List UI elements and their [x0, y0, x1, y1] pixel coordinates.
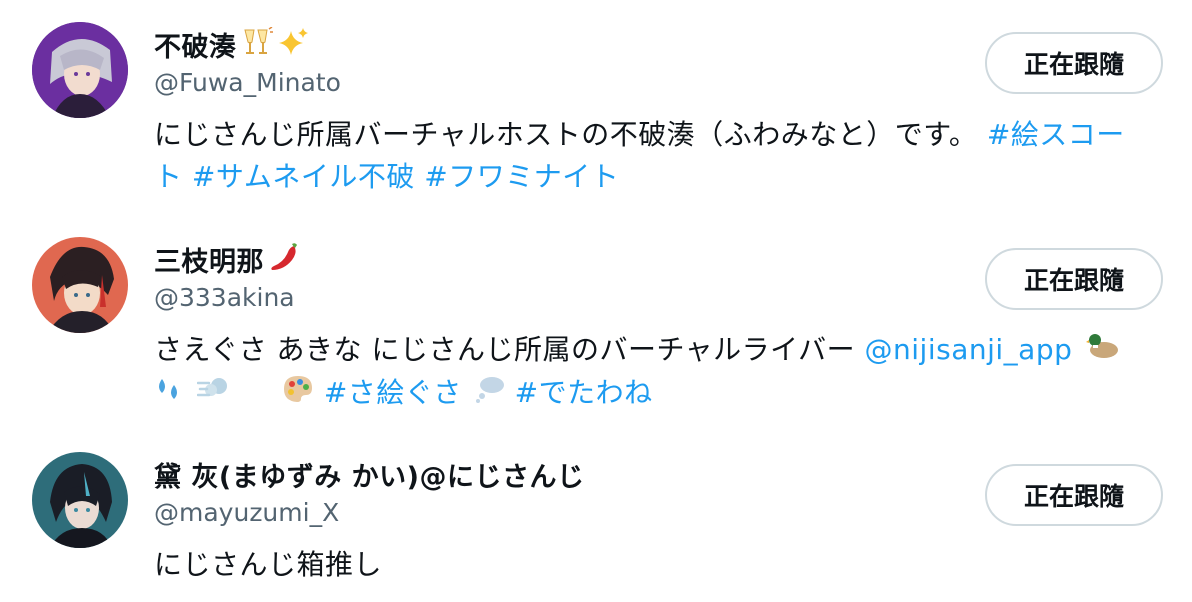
mention-link[interactable]: @nijisanji_app: [865, 333, 1073, 366]
clinking-glasses-icon: [241, 26, 273, 61]
thought-balloon-icon: [475, 373, 505, 415]
following-button[interactable]: 正在跟隨: [985, 32, 1163, 94]
following-list: 不破湊 @Fuwa_Minato にじさんじ所属バーチャルホストの不破湊（ふわみ…: [0, 0, 1192, 602]
name-row: 黛 灰(まゆずみ かい)@にじさんじ: [154, 458, 584, 493]
handle[interactable]: @mayuzumi_X: [154, 498, 339, 527]
user-cell-mayuzumi[interactable]: 黛 灰(まゆずみ かい)@にじさんじ @mayuzumi_X にじさんじ箱推し …: [0, 430, 1192, 602]
following-button[interactable]: 正在跟隨: [985, 248, 1163, 310]
sparkles-icon: [277, 27, 309, 61]
handle[interactable]: @Fuwa_Minato: [154, 68, 341, 97]
user-cell-fuwa-minato[interactable]: 不破湊 @Fuwa_Minato にじさんじ所属バーチャルホストの不破湊（ふわみ…: [0, 0, 1192, 200]
name-row: 不破湊: [154, 26, 309, 63]
hashtag-link[interactable]: #フワミナイト: [424, 160, 619, 193]
duck-icon: [1085, 330, 1120, 372]
hashtag-link[interactable]: #サムネイル不破: [192, 160, 415, 193]
bio-text: さえぐさ あきな にじさんじ所属のバーチャルライバー: [154, 333, 856, 366]
hot-pepper-icon: [268, 242, 300, 276]
display-name[interactable]: 三枝明那: [154, 240, 264, 279]
hashtag-link[interactable]: #さ絵ぐさ: [324, 376, 462, 409]
bio-text: にじさんじ箱推し: [154, 548, 383, 581]
display-name[interactable]: 黛 灰(まゆずみ かい)@にじさんじ: [154, 455, 584, 494]
following-button[interactable]: 正在跟隨: [985, 464, 1163, 526]
dash-icon: [197, 373, 231, 415]
bio-text: にじさんじ所属バーチャルホストの不破湊（ふわみなと）です。: [154, 118, 978, 151]
sweat-droplets-icon: [154, 373, 184, 415]
handle[interactable]: @333akina: [154, 283, 295, 312]
palette-icon: [282, 373, 314, 415]
avatar[interactable]: [32, 22, 128, 118]
name-row: 三枝明那: [154, 242, 300, 278]
user-cell-333akina[interactable]: 三枝明那 @333akina さえぐさ あきな にじさんじ所属のバーチャルライバ…: [0, 215, 1192, 430]
avatar[interactable]: [32, 237, 128, 333]
bio: さえぐさ あきな にじさんじ所属のバーチャルライバー @nijisanji_ap…: [154, 329, 1144, 415]
hashtag-link[interactable]: #でたわね: [515, 376, 653, 409]
display-name[interactable]: 不破湊: [154, 25, 237, 64]
avatar[interactable]: [32, 452, 128, 548]
bio: にじさんじ所属バーチャルホストの不破湊（ふわみなと）です。 #絵スコート #サム…: [154, 114, 1144, 198]
bio: にじさんじ箱推し: [154, 544, 1144, 586]
